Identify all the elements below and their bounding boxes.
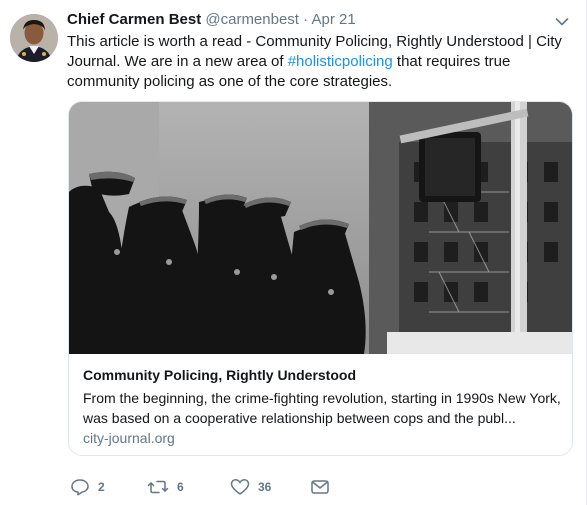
retweet-icon [147, 480, 169, 494]
like-count: 36 [258, 480, 272, 494]
direct-message-icon [311, 480, 329, 494]
direct-message-button[interactable] [310, 476, 330, 498]
reply-button[interactable]: 2 [70, 476, 105, 498]
author-handle[interactable]: @carmenbest [205, 11, 299, 28]
avatar[interactable] [10, 14, 58, 62]
avatar-image [10, 14, 58, 62]
link-card[interactable]: Community Policing, Rightly Understood F… [68, 101, 573, 456]
tweet-text: This article is worth a read - Community… [67, 32, 572, 92]
author-name[interactable]: Chief Carmen Best [67, 11, 201, 28]
retweet-count: 6 [177, 480, 184, 494]
like-button[interactable]: 36 [230, 476, 271, 498]
tweet-header: Chief Carmen Best @carmenbest · Apr 21 [67, 11, 356, 28]
card-title: Community Policing, Rightly Understood [83, 367, 356, 383]
chevron-down-icon[interactable] [555, 17, 569, 27]
tweet[interactable]: Chief Carmen Best @carmenbest · Apr 21 T… [0, 0, 587, 505]
reply-count: 2 [98, 480, 105, 494]
retweet-button[interactable]: 6 [147, 476, 184, 498]
tweet-timestamp[interactable]: Apr 21 [312, 11, 356, 28]
card-description: From the beginning, the crime-fighting r… [83, 390, 561, 426]
like-icon [230, 479, 250, 495]
reply-icon [71, 479, 89, 496]
hashtag-link[interactable]: #holisticpolicing [288, 53, 393, 70]
card-domain: city-journal.org [83, 430, 175, 446]
card-image [69, 102, 572, 354]
separator-dot: · [303, 11, 309, 28]
